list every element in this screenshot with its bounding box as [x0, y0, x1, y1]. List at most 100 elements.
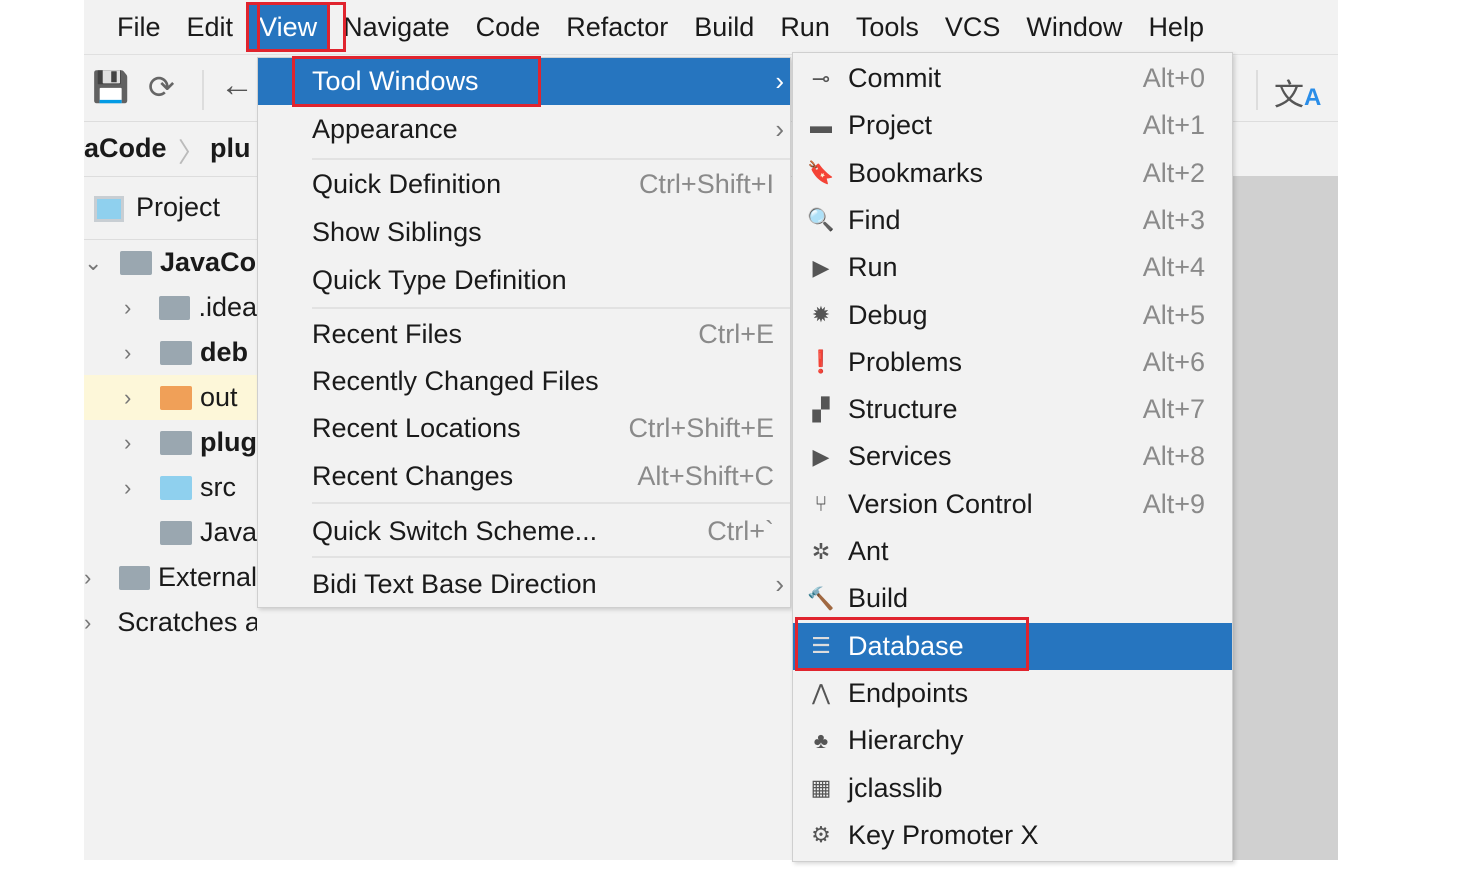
translate-icon[interactable]: 文A — [1274, 70, 1321, 114]
menu-item-label: Recent Locations — [312, 413, 521, 443]
project-panel-header[interactable]: Project — [84, 178, 264, 240]
menu-item-tool-windows[interactable]: Tool Windows › — [258, 58, 790, 105]
tree-item[interactable]: Java — [84, 510, 257, 555]
chevron-right-icon[interactable]: › — [84, 565, 101, 591]
menu-code[interactable]: Code — [463, 2, 554, 52]
tool-window-bookmarks[interactable]: 🔖 Bookmarks Alt+2 — [793, 150, 1232, 197]
chevron-right-icon[interactable]: › — [124, 340, 142, 366]
tool-window-debug[interactable]: ✹ Debug Alt+5 — [793, 292, 1232, 339]
chevron-right-icon[interactable]: › — [124, 430, 142, 456]
tree-item-label: Scratches and Consoles — [117, 607, 257, 637]
menu-item-label: Hierarchy — [848, 725, 964, 756]
project-panel-title: Project — [136, 192, 221, 222]
chevron-right-icon[interactable]: › — [84, 610, 91, 636]
chevron-right-icon[interactable]: › — [124, 295, 141, 321]
breadcrumb-separator: 〉 — [178, 138, 205, 168]
folder-icon — [119, 565, 150, 590]
tree-item[interactable]: › External — [84, 555, 257, 600]
bug-icon: ✹ — [811, 302, 831, 327]
breadcrumb-item[interactable]: plu — [210, 133, 251, 164]
tree-item-label: out — [200, 382, 238, 412]
shortcut-label: Alt+1 — [1142, 110, 1205, 141]
save-icon[interactable]: 💾 — [92, 70, 129, 105]
menu-item-label: Structure — [848, 394, 958, 425]
menu-item-label: Tool Windows — [312, 66, 479, 96]
menu-item-recent-changes[interactable]: Recent Changes Alt+Shift+C — [258, 453, 790, 500]
divider — [202, 70, 204, 110]
tree-item[interactable]: › out — [84, 375, 257, 420]
menu-item-quick-definition[interactable]: Quick Definition Ctrl+Shift+I — [258, 161, 790, 208]
menu-item-label: Bookmarks — [848, 157, 984, 188]
tool-window-structure[interactable]: ▞ Structure Alt+7 — [793, 386, 1232, 433]
tool-window-jclasslib[interactable]: ▦ jclasslib — [793, 765, 1232, 812]
menu-bar: File Edit View Navigate Code Refactor Build Run… — [84, 0, 1338, 55]
menu-build[interactable]: Build — [681, 2, 767, 52]
menu-item-label: Find — [848, 204, 901, 235]
menu-item-quick-type-definition[interactable]: Quick Type Definition — [258, 257, 790, 304]
menu-help[interactable]: Help — [1135, 2, 1217, 52]
commit-icon: ⊸ — [811, 65, 831, 91]
tree-item[interactable]: ⌄ JavaCo — [84, 240, 257, 285]
menu-view[interactable]: View — [246, 2, 331, 52]
menu-refactor[interactable]: Refactor — [553, 2, 681, 52]
chevron-down-icon[interactable]: ⌄ — [84, 250, 102, 276]
tool-window-project[interactable]: ▬ Project Alt+1 — [793, 102, 1232, 149]
tool-window-version-control[interactable]: ⑂ Version Control Alt+9 — [793, 481, 1232, 528]
menu-edit[interactable]: Edit — [174, 2, 247, 52]
tree-item[interactable]: › .idea — [84, 285, 257, 330]
menu-vcs[interactable]: VCS — [932, 2, 1014, 52]
tool-window-build[interactable]: 🔨 Build — [793, 575, 1232, 622]
endpoints-icon: ⋀ — [811, 680, 831, 706]
tool-window-key-promoter-x[interactable]: ⚙ Key Promoter X — [793, 812, 1232, 859]
folder-icon — [159, 295, 191, 320]
tool-window-problems[interactable]: ❗ Problems Alt+6 — [793, 339, 1232, 386]
menu-navigate[interactable]: Navigate — [330, 2, 463, 52]
tool-window-endpoints[interactable]: ⋀ Endpoints — [793, 670, 1232, 717]
menu-item-label: Project — [848, 110, 933, 141]
folder-icon — [160, 475, 192, 500]
menu-run[interactable]: Run — [767, 2, 843, 52]
tree-item-label: src — [200, 472, 236, 502]
shortcut-label: Ctrl+` — [707, 516, 774, 546]
tool-window-run[interactable]: ▶ Run Alt+4 — [793, 244, 1232, 291]
folder-icon — [160, 385, 192, 410]
tool-window-database[interactable]: ☰ Database — [793, 622, 1232, 670]
divider — [1256, 70, 1258, 110]
tree-item-label: deb — [200, 337, 249, 367]
tree-item[interactable]: › deb — [84, 330, 257, 375]
menu-item-appearance[interactable]: Appearance › — [258, 106, 790, 153]
chevron-right-icon[interactable]: › — [124, 475, 142, 501]
menu-tools[interactable]: Tools — [843, 2, 932, 52]
menu-window[interactable]: Window — [1013, 2, 1135, 52]
menu-item-quick-switch-scheme[interactable]: Quick Switch Scheme... Ctrl+` — [258, 508, 790, 555]
shortcut-label: Alt+7 — [1142, 394, 1205, 425]
menu-item-recent-files[interactable]: Recent Files Ctrl+E — [258, 311, 790, 358]
chevron-right-icon: › — [775, 114, 784, 144]
chevron-right-icon[interactable]: › — [124, 385, 142, 411]
sync-icon[interactable]: ⟳ — [148, 68, 175, 106]
menu-item-recent-locations[interactable]: Recent Locations Ctrl+Shift+E — [258, 405, 790, 452]
menu-file[interactable]: File — [104, 2, 174, 52]
shortcut-label: Alt+5 — [1142, 299, 1205, 330]
menu-item-bidi-text-base-direction[interactable]: Bidi Text Base Direction › — [258, 561, 790, 608]
tool-window-find[interactable]: 🔍 Find Alt+3 — [793, 197, 1232, 244]
menu-item-show-siblings[interactable]: Show Siblings — [258, 209, 790, 256]
breadcrumb-item[interactable]: aCode — [84, 133, 167, 164]
tool-window-services[interactable]: ▶ Services Alt+8 — [793, 433, 1232, 480]
shortcut-label: Alt+4 — [1142, 252, 1205, 283]
tool-window-ant[interactable]: ✲ Ant — [793, 528, 1232, 575]
menu-item-label: Run — [848, 252, 898, 283]
menu-item-label: Quick Type Definition — [312, 265, 567, 295]
tool-window-hierarchy[interactable]: ♣ Hierarchy — [793, 717, 1232, 764]
tool-window-commit[interactable]: ⊸ Commit Alt+0 — [793, 55, 1232, 102]
menu-item-label: Database — [848, 630, 964, 661]
tree-item[interactable]: › src — [84, 465, 257, 510]
branch-icon: ⑂ — [814, 491, 828, 517]
view-menu: Tool Windows › Appearance › Quick Definition… — [257, 57, 791, 608]
tree-item[interactable]: › Scratches and Consoles — [84, 600, 257, 645]
menu-item-recently-changed-files[interactable]: Recently Changed Files — [258, 358, 790, 405]
database-icon: ☰ — [811, 633, 831, 659]
tree-item[interactable]: › plug — [84, 420, 257, 465]
shortcut-label: Alt+6 — [1142, 346, 1205, 377]
back-arrow-icon[interactable]: ← — [220, 66, 254, 105]
